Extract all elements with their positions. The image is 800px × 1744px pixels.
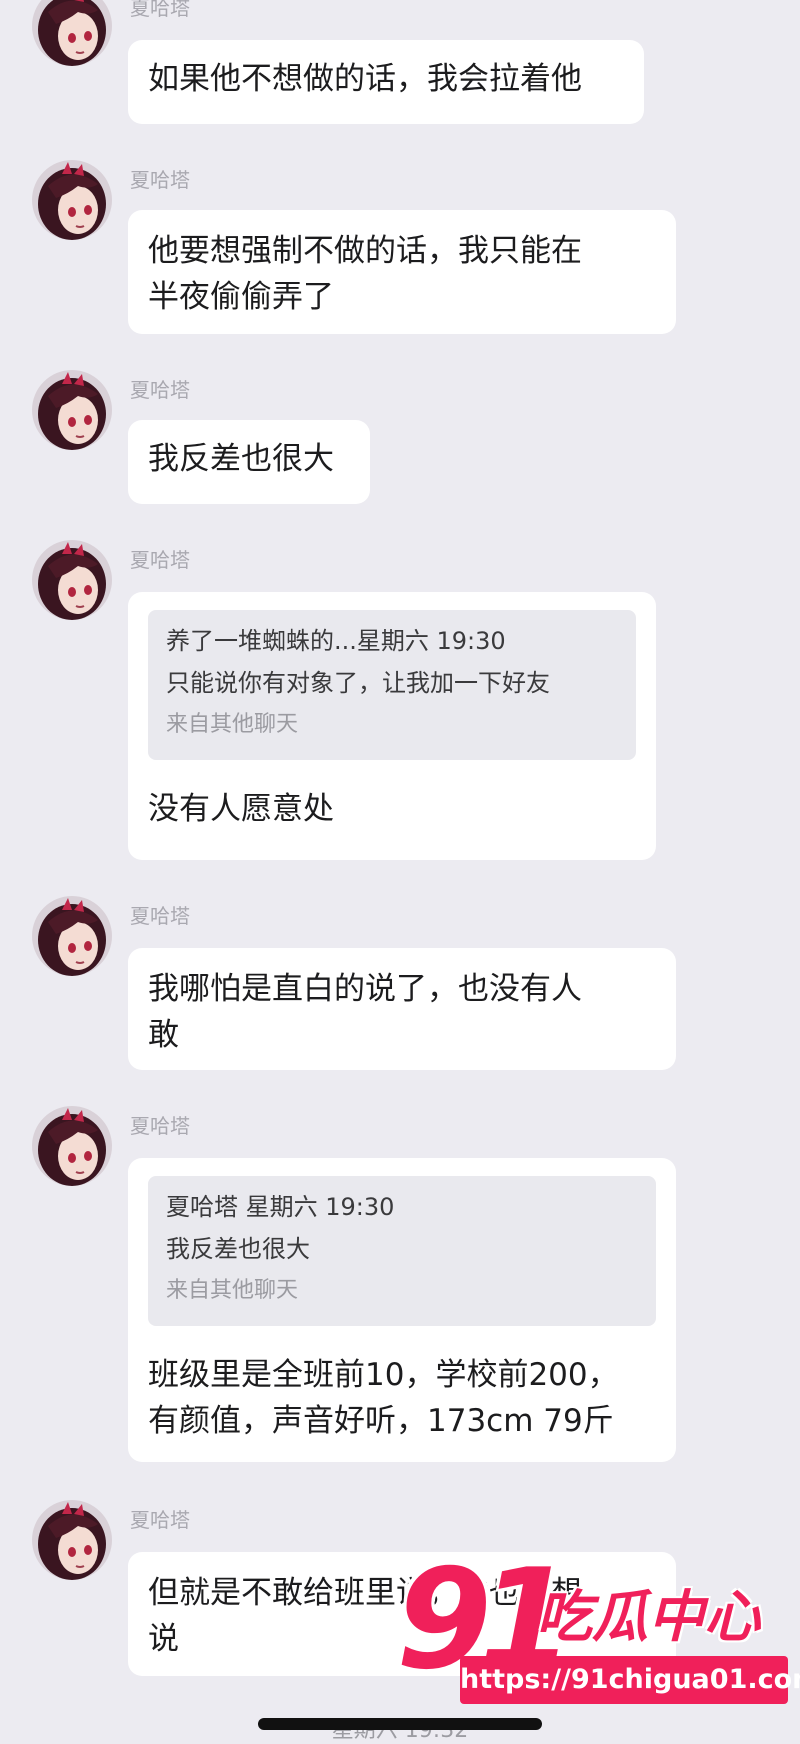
watermark-logo: 91 吃瓜中心 https://91chigua01.com xyxy=(396,1550,800,1732)
sender-name: 夏哈塔 xyxy=(130,0,190,20)
avatar[interactable] xyxy=(32,370,112,450)
watermark-brand: 吃瓜中心 xyxy=(536,1585,760,1650)
quote-body: 只能说你有对象了，让我加一下好友 xyxy=(166,669,550,697)
avatar-image xyxy=(32,0,112,66)
quote-header: 养了一堆蜘蛛的...星期六 19:30 xyxy=(166,627,506,655)
sender-name: 夏哈塔 xyxy=(130,906,190,928)
message-bubble[interactable]: 养了一堆蜘蛛的...星期六 19:30 只能说你有对象了，让我加一下好友 来自其… xyxy=(128,592,656,860)
message-text: 没有人愿意处 xyxy=(148,791,334,827)
message-text-line: 班级里是全班前10，学校前200， xyxy=(148,1357,619,1393)
quote-header: 夏哈塔 星期六 19:30 xyxy=(166,1193,395,1221)
avatar[interactable] xyxy=(32,0,112,66)
avatar[interactable] xyxy=(32,540,112,620)
quoted-message[interactable]: 夏哈塔 星期六 19:30 我反差也很大 来自其他聊天 xyxy=(148,1176,656,1326)
message-text-line: 有颜值，声音好听，173cm 79斤 xyxy=(148,1403,614,1439)
message-bubble[interactable]: 夏哈塔 星期六 19:30 我反差也很大 来自其他聊天 班级里是全班前10，学校… xyxy=(128,1158,676,1462)
message-bubble[interactable]: 我反差也很大 xyxy=(128,420,370,504)
avatar-image xyxy=(32,896,112,976)
avatar[interactable] xyxy=(32,1500,112,1580)
avatar[interactable] xyxy=(32,896,112,976)
watermark-url: https://91chigua01.com xyxy=(460,1656,800,1704)
message-text-line: 半夜偷偷弄了 xyxy=(148,279,334,315)
quoted-message[interactable]: 养了一堆蜘蛛的...星期六 19:30 只能说你有对象了，让我加一下好友 来自其… xyxy=(148,610,636,760)
message-text-line: 敢 xyxy=(148,1017,179,1053)
avatar-image xyxy=(32,1500,112,1580)
message-bubble[interactable]: 他要想强制不做的话，我只能在 半夜偷偷弄了 xyxy=(128,210,676,334)
quote-source: 来自其他聊天 xyxy=(166,1278,299,1303)
message-text-line: 他要想强制不做的话，我只能在 xyxy=(148,233,582,269)
message-bubble[interactable]: 如果他不想做的话，我会拉着他 xyxy=(128,40,644,124)
avatar-image xyxy=(32,1106,112,1186)
sender-name: 夏哈塔 xyxy=(130,380,190,402)
message-bubble[interactable]: 我哪怕是直白的说了，也没有人 敢 xyxy=(128,948,676,1070)
sender-name: 夏哈塔 xyxy=(130,170,190,192)
avatar-image xyxy=(32,160,112,240)
sender-name: 夏哈塔 xyxy=(130,1116,190,1138)
quote-body: 我反差也很大 xyxy=(166,1235,310,1263)
message-text: 我反差也很大 xyxy=(148,441,334,477)
avatar[interactable] xyxy=(32,160,112,240)
sender-name: 夏哈塔 xyxy=(130,1510,190,1532)
avatar[interactable] xyxy=(32,1106,112,1186)
avatar-image xyxy=(32,540,112,620)
quote-source: 来自其他聊天 xyxy=(166,712,299,737)
message-text-line: 我哪怕是直白的说了，也没有人 xyxy=(148,971,582,1007)
avatar-image xyxy=(32,370,112,450)
sender-name: 夏哈塔 xyxy=(130,550,190,572)
message-text: 如果他不想做的话，我会拉着他 xyxy=(148,61,582,97)
